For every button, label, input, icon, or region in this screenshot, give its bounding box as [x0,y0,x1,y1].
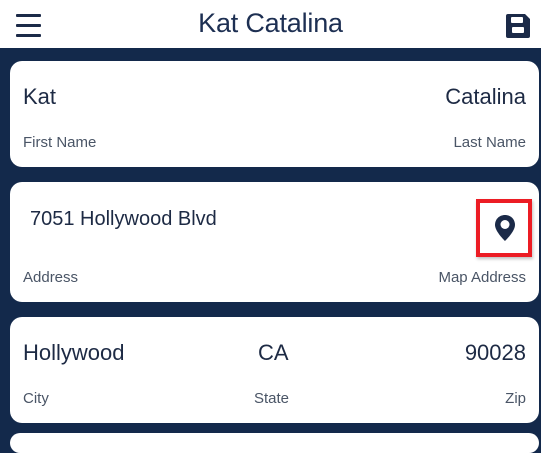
last-name-label: Last Name [453,134,526,151]
save-button[interactable] [504,12,532,40]
address-card: 7051 Hollywood Blvd Address Map Address [10,182,539,302]
name-card: Kat Catalina First Name Last Name [10,61,539,167]
map-address-label: Map Address [438,269,526,286]
first-name-value[interactable]: Kat [23,84,56,110]
top-bar: Kat Catalina [0,0,541,48]
state-value[interactable]: CA [258,340,289,366]
map-address-button[interactable] [476,199,532,257]
last-name-value[interactable]: Catalina [445,84,526,110]
map-pin-icon [495,215,515,241]
page-title: Kat Catalina [198,8,343,38]
zip-label: Zip [505,390,526,407]
location-card: Hollywood CA 90028 City State Zip [10,317,539,423]
address-value[interactable]: 7051 Hollywood Blvd [30,208,217,231]
zip-value[interactable]: 90028 [465,340,526,366]
address-label: Address [23,269,79,286]
first-name-label: First Name [23,134,97,151]
city-value[interactable]: Hollywood [23,340,125,366]
city-label: City [23,390,49,407]
state-label: State [254,390,290,407]
floppy-disk-save-icon [506,14,530,38]
next-card [10,433,539,453]
